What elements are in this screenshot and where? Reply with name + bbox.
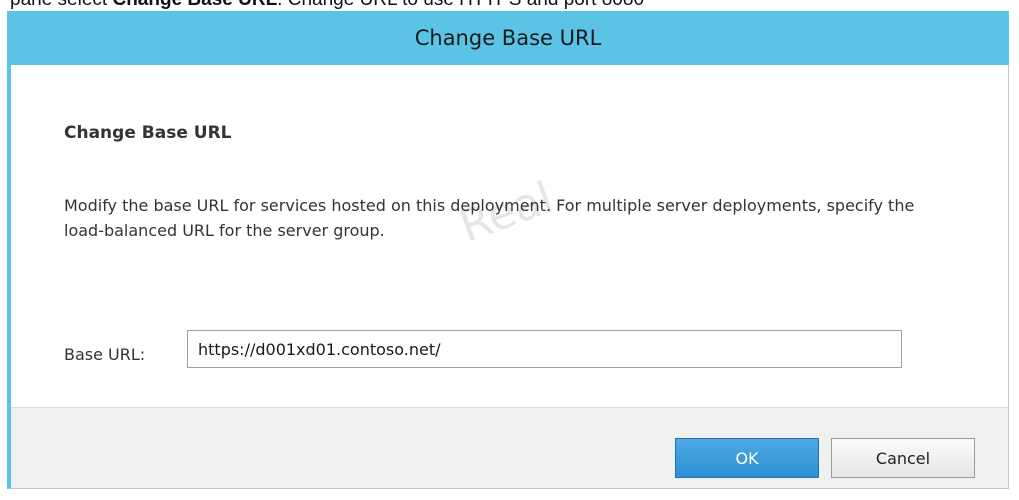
dialog-description: Modify the base URL for services hosted …	[64, 196, 915, 240]
dialog-titlebar: Change Base URL	[7, 11, 1009, 65]
caption-prefix: pane select	[10, 0, 112, 10]
caption-bold: Change Base URL	[112, 0, 277, 10]
change-base-url-dialog: Change Base URL Change Base URL Modify t…	[7, 11, 1009, 489]
cancel-button[interactable]: Cancel	[831, 438, 975, 478]
ok-button[interactable]: OK	[675, 438, 819, 478]
screenshot-page: pane select Change Base URL. Change URL …	[0, 0, 1019, 500]
dialog-body: Change Base URL Modify the base URL for …	[11, 65, 1008, 407]
base-url-input[interactable]	[187, 330, 902, 368]
section-heading: Change Base URL	[64, 123, 232, 143]
base-url-label: Base URL:	[64, 345, 146, 364]
dialog-title: Change Base URL	[414, 26, 602, 50]
instruction-caption: pane select Change Base URL. Change URL …	[10, 0, 644, 11]
dialog-footer: OK Cancel	[11, 407, 1008, 488]
caption-suffix: . Change URL to use HTTPS and port 8080	[277, 0, 644, 10]
